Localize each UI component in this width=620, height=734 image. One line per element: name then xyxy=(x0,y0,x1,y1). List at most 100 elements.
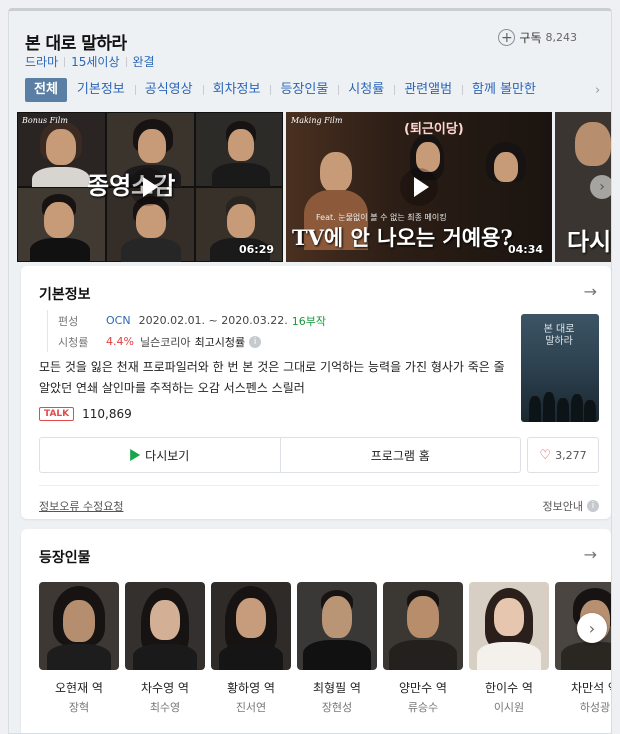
cast-role: 최형필 역 xyxy=(313,681,361,695)
cast-item[interactable]: 양만수 역 류승수 xyxy=(383,582,463,715)
video-overlay-text: TV에 안 나오는 거예용? xyxy=(292,225,513,250)
tab-all[interactable]: 전체 xyxy=(25,78,67,102)
face-shape xyxy=(236,598,266,638)
poster-figure xyxy=(529,396,541,422)
body-shape xyxy=(30,238,90,262)
video-carousel: Bonus Film 종영소감 06:29 Making Film (퇴근이당)… xyxy=(17,112,611,262)
basic-info-card: 기본정보 → 편성 OCN 2020.02.01. ~ 2020.03.22. … xyxy=(21,266,611,519)
cast-card: 등장인물 → 오현재 역 장혁 차수영 역 최수영 황하영 역 진서연 최형필 … xyxy=(21,529,611,733)
cast-photo xyxy=(297,582,377,670)
cast-role: 양만수 역 xyxy=(399,681,447,695)
poster-figure xyxy=(571,394,583,422)
cast-actor: 최수영 xyxy=(149,701,181,714)
cast-item[interactable]: 황하영 역 진서연 xyxy=(211,582,291,715)
tab-scroll-icon[interactable]: › xyxy=(595,83,607,98)
body-shape xyxy=(121,238,181,262)
face-shape xyxy=(150,600,180,640)
program-title[interactable]: 본 대로 말하라 xyxy=(25,29,127,54)
poster-figure xyxy=(584,400,596,422)
program-meta: 드라마 15세이상 완결 xyxy=(25,53,155,70)
tab-basic-info[interactable]: 기본정보 xyxy=(67,78,135,102)
face-shape xyxy=(63,600,95,642)
tab-recommended[interactable]: 함께 볼만한 xyxy=(462,78,546,102)
button-group: 다시보기 프로그램 홈 xyxy=(39,437,521,473)
cast-photo xyxy=(211,582,291,670)
arrow-right-icon[interactable]: → xyxy=(584,282,597,301)
tab-episodes[interactable]: 회차정보 xyxy=(202,78,271,102)
body-shape xyxy=(561,642,611,670)
program-home-label: 프로그램 홈 xyxy=(370,448,430,463)
like-button[interactable]: ♡ 3,277 xyxy=(527,437,599,473)
face-shape xyxy=(44,202,74,238)
poster-title: 본 대로 말하라 xyxy=(543,324,575,347)
cast-item[interactable]: 차만석 역 하성광 xyxy=(555,582,611,715)
cast-photo xyxy=(125,582,205,670)
program-home-button[interactable]: 프로그램 홈 xyxy=(279,438,521,472)
face-shape xyxy=(228,129,254,161)
genre-link[interactable]: 드라마 xyxy=(25,53,58,70)
channel-link[interactable]: OCN xyxy=(106,314,131,327)
play-icon[interactable] xyxy=(400,168,438,206)
episode-count[interactable]: 16부작 xyxy=(292,313,326,329)
tab-official-video[interactable]: 공식영상 xyxy=(134,78,203,102)
info-guide-link[interactable]: 정보안내 i xyxy=(543,498,599,514)
info-table: 편성 OCN 2020.02.01. ~ 2020.03.22. 16부작 시청… xyxy=(47,310,507,352)
tab-albums[interactable]: 관련앨범 xyxy=(394,78,462,102)
play-icon[interactable] xyxy=(129,168,167,206)
subscribe-label: 구독 xyxy=(519,31,542,45)
body-shape xyxy=(47,644,111,670)
cast-item[interactable]: 최형필 역 장현성 xyxy=(297,582,377,715)
body-shape xyxy=(303,640,371,670)
program-panel: 본 대로 말하라 드라마 15세이상 완결 + 구독 8,243 전체 기본정보… xyxy=(8,8,612,734)
cast-role: 한이수 역 xyxy=(485,681,533,695)
program-poster[interactable]: 본 대로 말하라 xyxy=(521,314,599,422)
face-shape xyxy=(227,204,255,238)
cast-item[interactable]: 한이수 역 이시원 xyxy=(469,582,549,715)
rewatch-label: 다시보기 xyxy=(145,448,190,463)
cast-actor: 장현성 xyxy=(321,701,353,714)
rating-label: 시청률 xyxy=(58,335,89,349)
play-icon xyxy=(130,449,141,461)
video-thumbnail[interactable]: Making Film (퇴근이당) Feat. 눈물없이 볼 수 없는 최종 … xyxy=(286,112,552,262)
rewatch-button[interactable]: 다시보기 xyxy=(40,438,280,472)
question-icon[interactable]: i xyxy=(249,335,262,348)
arrow-right-icon[interactable]: → xyxy=(584,545,597,564)
body-shape xyxy=(219,644,283,670)
chevron-right-icon[interactable]: › xyxy=(577,613,607,643)
subscribe-button[interactable]: + 구독 8,243 xyxy=(498,29,577,46)
broadcast-period: 2020.02.01. ~ 2020.03.22. xyxy=(138,314,288,327)
section-title: 등장인물 xyxy=(39,550,91,566)
status-link[interactable]: 완결 xyxy=(133,53,155,70)
video-duration: 04:34 xyxy=(507,243,543,256)
talk-count: 110,869 xyxy=(82,407,132,421)
broadcast-label: 편성 xyxy=(58,314,79,328)
peak-rating-link[interactable]: 최고시청률 xyxy=(195,334,246,350)
question-icon: i xyxy=(587,500,599,512)
video-duration: 06:29 xyxy=(238,243,274,256)
cast-actor: 이시원 xyxy=(493,701,525,714)
poster-figure xyxy=(557,398,569,422)
tab-ratings[interactable]: 시청률 xyxy=(338,78,394,102)
plus-circle-icon: + xyxy=(498,29,516,46)
rating-row: 시청률 4.4% 닐슨코리아 최고시청률 i xyxy=(58,331,507,352)
cast-actor: 장혁 xyxy=(68,701,90,714)
cast-item[interactable]: 오현재 역 장혁 xyxy=(39,582,119,715)
talk-badge: TALK xyxy=(39,407,75,421)
cast-item[interactable]: 차수영 역 최수영 xyxy=(125,582,205,715)
face-shape xyxy=(494,152,518,182)
separator xyxy=(125,56,127,67)
tab-cast[interactable]: 등장인물 xyxy=(270,78,338,102)
error-report-link[interactable]: 정보오류 수정요청 xyxy=(39,498,123,514)
age-rating[interactable]: 15세이상 xyxy=(71,53,119,70)
video-thumbnail[interactable]: Bonus Film 종영소감 06:29 xyxy=(17,112,283,262)
video-overlay-top: (퇴근이당) xyxy=(404,122,464,137)
body-shape xyxy=(133,644,197,670)
chevron-right-icon[interactable]: › xyxy=(590,175,611,199)
divider xyxy=(39,485,599,486)
cast-photo xyxy=(469,582,549,670)
body-shape xyxy=(389,640,457,670)
face-shape xyxy=(46,129,76,165)
section-title: 기본정보 xyxy=(39,287,91,303)
talk-link[interactable]: TALK 110,869 xyxy=(39,407,132,421)
broadcast-row: 편성 OCN 2020.02.01. ~ 2020.03.22. 16부작 xyxy=(58,310,507,331)
